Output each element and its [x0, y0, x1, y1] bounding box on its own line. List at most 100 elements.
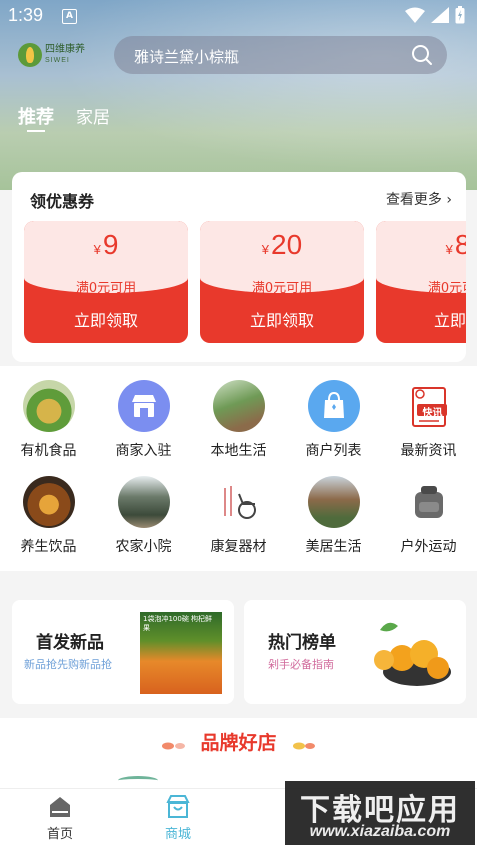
category-merchant-list[interactable]: 商户列表	[286, 380, 381, 460]
outdoor-sports-photo	[402, 476, 455, 528]
coupon-value: 8	[454, 229, 466, 260]
mall-icon	[166, 795, 190, 818]
nav-home[interactable]: 首页	[25, 793, 95, 842]
category-label: 最新资讯	[400, 443, 457, 459]
news-icon: 快讯	[403, 380, 455, 432]
claim-button[interactable]: 立即领取	[24, 307, 188, 331]
goji-juice-image: 1袋泡冲100碗 枸杞鲜果	[140, 612, 222, 694]
coupon-condition: 满0元可用	[251, 281, 313, 296]
brand-logo-partial	[118, 776, 158, 785]
category-label: 有机食品	[20, 443, 77, 459]
currency-symbol: ¥	[93, 242, 101, 257]
logo-text: 四维康养 SIWEI	[45, 44, 85, 66]
category-label: 商家入驻	[115, 443, 172, 459]
store-glyph-icon	[131, 395, 156, 417]
category-label: 户外运动	[400, 539, 457, 555]
store-icon	[117, 380, 170, 432]
shopping-bag-icon	[307, 380, 360, 432]
notification-icon: A	[62, 9, 77, 24]
coupon-section-title: 领优惠券	[30, 192, 95, 211]
category-home-living[interactable]: 美居生活	[286, 476, 381, 556]
promo-title: 热门榜单	[268, 633, 336, 653]
category-merchant-join[interactable]: 商家入驻	[96, 380, 191, 460]
search-input[interactable]: 雅诗兰黛小棕瓶	[134, 46, 239, 67]
backpack-icon	[414, 486, 443, 518]
currency-symbol: ¥	[445, 242, 453, 257]
claim-button[interactable]: 立即领	[376, 307, 466, 331]
coupon-condition: 满0元可用	[75, 281, 137, 296]
category-rehab-equipment[interactable]: 康复器材	[191, 476, 286, 556]
view-more-link[interactable]: 查看更多 ›	[386, 189, 452, 209]
organic-food-photo	[22, 380, 75, 432]
oranges-basket-icon	[374, 622, 451, 686]
category-label: 农家小院	[115, 539, 172, 555]
logo-sub: SIWEI	[45, 57, 70, 64]
watermark-overlay: 下载吧应用 www.xiazaiba.com	[285, 781, 475, 845]
oranges-image	[372, 612, 454, 694]
local-life-photo	[212, 380, 265, 432]
nav-label: 商城	[164, 827, 191, 842]
category-label: 商户列表	[305, 443, 362, 459]
search-bar[interactable]: 雅诗兰黛小棕瓶	[114, 36, 447, 74]
claim-button[interactable]: 立即领取	[200, 307, 364, 331]
logo-name: 四维康养	[45, 44, 85, 55]
logo-mark-icon	[18, 43, 42, 67]
category-label: 本地生活	[210, 443, 267, 459]
coupon-card-8[interactable]: ¥8 满0元可用 立即领	[376, 221, 466, 343]
chevron-right-icon: ›	[446, 192, 452, 208]
coupon-amount: ¥9	[24, 229, 188, 261]
coupon-section: 领优惠券 查看更多 › ¥9 满0元可用 立即领取 ¥20 满0元可用 立即领取…	[12, 172, 466, 362]
tab-home[interactable]: 家居	[76, 103, 110, 129]
nav-label: 首页	[46, 827, 73, 842]
promo-subtitle: 新品抢先购新品抢	[24, 658, 112, 671]
tab-recommend[interactable]: 推荐	[18, 103, 54, 132]
category-grid: 有机食品 商家入驻 本地生活 商户列表 快讯 最新资讯 养生饮品 农家小院 康复…	[0, 366, 477, 571]
category-health-drinks[interactable]: 养生饮品	[1, 476, 96, 556]
category-tabs: 推荐 家居	[18, 103, 110, 132]
category-organic-food[interactable]: 有机食品	[1, 380, 96, 460]
farmyard-photo	[117, 476, 170, 528]
promo-image-caption: 1袋泡冲100碗 枸杞鲜果	[143, 615, 213, 632]
wifi-icon	[405, 7, 425, 23]
search-icon[interactable]	[411, 44, 433, 66]
drinks-photo	[22, 476, 75, 528]
status-time: 1:39	[8, 5, 44, 25]
rehab-equipment-photo	[212, 476, 265, 528]
promo-new-arrivals[interactable]: 首发新品 新品抢先购新品抢 1袋泡冲100碗 枸杞鲜果	[12, 600, 234, 704]
home-icon	[50, 797, 70, 817]
brand-section-title: 品牌好店	[200, 732, 277, 754]
status-icons	[405, 6, 465, 24]
brand-logo[interactable]: 四维康养 SIWEI	[18, 40, 92, 70]
coupon-card-20[interactable]: ¥20 满0元可用 立即领取	[200, 221, 364, 343]
category-label: 美居生活	[305, 539, 362, 555]
category-label: 康复器材	[210, 539, 267, 555]
coupon-value: 9	[102, 229, 119, 260]
promo-section: 首发新品 新品抢先购新品抢 1袋泡冲100碗 枸杞鲜果 热门榜单 剁手必备指南	[0, 588, 477, 718]
status-bar: 1:39 A	[0, 0, 477, 32]
category-label: 养生饮品	[20, 539, 77, 555]
promo-hot-list[interactable]: 热门榜单 剁手必备指南	[244, 600, 466, 704]
coupon-amount: ¥20	[200, 229, 364, 261]
battery-icon	[455, 6, 465, 24]
category-latest-news[interactable]: 快讯 最新资讯	[381, 380, 476, 460]
coupon-value: 20	[271, 229, 303, 260]
leaf-right-icon	[292, 736, 316, 750]
bag-glyph-icon	[323, 391, 344, 418]
currency-symbol: ¥	[261, 242, 270, 257]
coupon-card-9[interactable]: ¥9 满0元可用 立即领取	[24, 221, 188, 343]
news-badge: 快讯	[422, 408, 443, 419]
watermark-url: www.xiazaiba.com	[309, 823, 451, 840]
view-more-label: 查看更多	[385, 192, 442, 208]
coupon-amount: ¥8	[376, 229, 466, 261]
signal-icon	[431, 7, 449, 23]
category-local-life[interactable]: 本地生活	[191, 380, 286, 460]
promo-title: 首发新品	[36, 633, 104, 653]
home-living-photo	[307, 476, 360, 528]
wheelchair-icon	[223, 486, 256, 519]
category-farmyard[interactable]: 农家小院	[96, 476, 191, 556]
coupon-condition: 满0元可用	[427, 281, 466, 296]
nav-mall[interactable]: 商城	[143, 793, 213, 842]
category-outdoor-sports[interactable]: 户外运动	[381, 476, 476, 556]
brand-store-section: 品牌好店	[0, 718, 477, 788]
promo-subtitle: 剁手必备指南	[268, 658, 334, 671]
